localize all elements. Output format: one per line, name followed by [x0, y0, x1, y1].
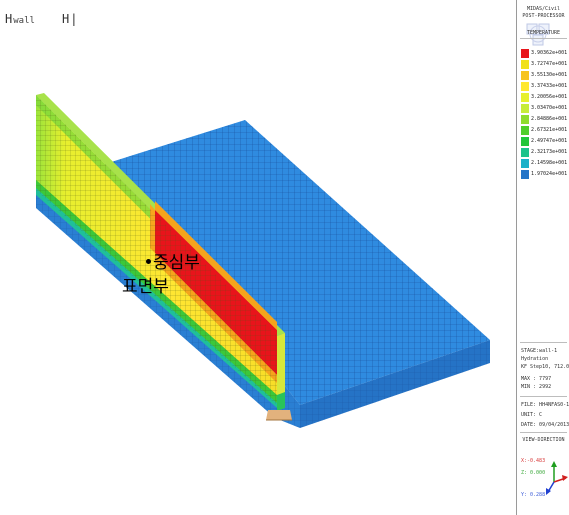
view-direction-label: VIEW-DIRECTION: [522, 437, 565, 443]
max-label: MAX : 7797: [521, 376, 552, 382]
center-annotation: 중심부: [146, 248, 200, 273]
legend-row: 3.72747e+001: [518, 59, 569, 70]
result-type-label: TEMPERATURE: [526, 30, 561, 36]
legend-row: 2.67321e+001: [518, 125, 569, 136]
analysis-type-label: Hydration: [521, 356, 549, 362]
legend-row: 2.14598e+001: [518, 158, 569, 169]
legend-row: 3.20056e+001: [518, 92, 569, 103]
unit-label: UNIT: C: [521, 412, 543, 418]
axis-triad-icon: [546, 461, 568, 495]
file-label: FILE: HH4NFAS0-1: [521, 402, 569, 408]
panel-header-2: POST-PROCESSOR: [522, 13, 565, 19]
result-panel: MIDAS/Civil POST-PROCESSOR TEMPERATURE 3…: [518, 0, 569, 515]
legend-row: 3.90362e+001: [518, 48, 569, 59]
date-label: DATE: 09/04/2013: [521, 422, 569, 428]
footing: [266, 410, 292, 420]
model-viewport[interactable]: Hwall H| 중심부 표면부: [0, 0, 517, 515]
legend-row: 2.84886e+001: [518, 114, 569, 125]
midas-app: Hwall H| 중심부 표면부 MIDAS/Civil POST-PROCES…: [0, 0, 569, 515]
legend-row: 3.55130e+001: [518, 70, 569, 81]
legend-row: 2.49747e+001: [518, 136, 569, 147]
legend-row: 2.32173e+001: [518, 147, 569, 158]
stage-label: STAGE:wall-1: [521, 348, 558, 354]
legend-row: 3.37433e+001: [518, 81, 569, 92]
legend-row: 3.03470e+001: [518, 103, 569, 114]
step-label: KF Step10, 712.0-: [521, 364, 569, 370]
panel-header-1: MIDAS/Civil: [526, 6, 561, 12]
fe-model-3d[interactable]: [0, 0, 517, 515]
surface-annotation: 표면부: [122, 277, 169, 297]
min-label: MIN : 2992: [521, 384, 552, 390]
legend-row: 1.97024e+001: [518, 169, 569, 180]
center-marker-dot: [146, 258, 151, 264]
